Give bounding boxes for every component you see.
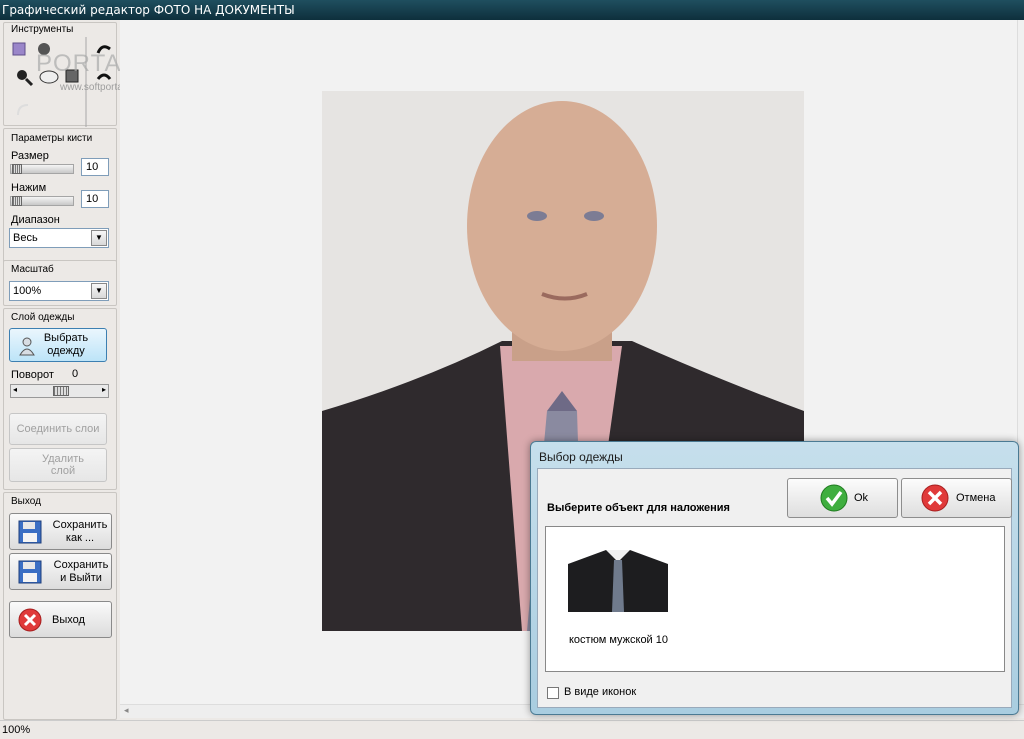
scroll-left-icon[interactable]: ◂ [124, 705, 129, 716]
chevron-down-icon[interactable]: ▼ [91, 230, 107, 246]
brush-title: Параметры кисти [11, 133, 93, 144]
rotate-scrollbar[interactable]: ◂ ▸ [10, 384, 109, 398]
save-exit-button[interactable]: Сохранить и Выйти [9, 553, 112, 590]
range-select[interactable]: Весь ▼ [9, 228, 109, 248]
exit-button[interactable]: Выход [9, 601, 112, 638]
dialog-body: Выберите объект для наложения Ok Отмена [537, 468, 1012, 708]
zoom-title: Масштаб [11, 264, 54, 275]
choose-clothes-button[interactable]: Выбрать одежду [9, 328, 107, 362]
exit-label: Выход [52, 614, 85, 626]
cancel-button[interactable]: Отмена [901, 478, 1012, 518]
size-label: Размер [11, 150, 49, 162]
zoom-icon[interactable] [17, 70, 34, 87]
merge-layers-button[interactable]: Соединить слои [9, 413, 107, 445]
brush-icon[interactable] [12, 42, 26, 56]
brush-group: Параметры кисти Размер 10 Нажим 10 Диапа… [3, 128, 117, 278]
save-as-label: Сохранить как ... [52, 519, 108, 544]
delete-layer-label: Удалить слой [42, 453, 84, 477]
dialog-prompt: Выберите объект для наложения [547, 502, 730, 514]
delete-layer-button[interactable]: Удалить слой [9, 448, 107, 482]
size-input[interactable]: 10 [81, 158, 109, 176]
rotate-thumb[interactable] [53, 386, 69, 396]
exit-group: Выход Сохранить как ... Сохранить и Выйт… [3, 492, 117, 720]
size-slider[interactable] [10, 164, 74, 174]
item-label: костюм мужской 10 [569, 634, 668, 646]
scroll-left-icon[interactable]: ◂ [13, 385, 17, 394]
choose-clothes-dialog: Выбор одежды Выберите объект для наложен… [530, 441, 1019, 715]
status-bar: 100% [0, 720, 1024, 738]
floppy-icon [18, 560, 42, 584]
dialog-title: Выбор одежды [539, 450, 623, 464]
rotate-value: 0 [72, 368, 79, 380]
pressure-input[interactable]: 10 [81, 190, 109, 208]
rotate-label: Поворот [11, 369, 54, 381]
close-circle-icon [921, 484, 949, 512]
pressure-label: Нажим [11, 182, 47, 194]
icons-view-checkbox[interactable] [547, 687, 559, 699]
close-circle-icon [18, 608, 42, 632]
zoom-group: Масштаб 100% ▼ [3, 260, 117, 306]
range-value: Весь [13, 232, 38, 244]
save-as-button[interactable]: Сохранить как ... [9, 513, 112, 550]
clothes-group: Слой одежды Выбрать одежду Поворот 0 ◂ ▸… [3, 308, 117, 490]
merge-layers-label: Соединить слои [16, 423, 100, 435]
clothes-title: Слой одежды [11, 312, 75, 323]
chevron-down-icon[interactable]: ▼ [91, 283, 107, 299]
save-exit-label: Сохранить и Выйти [53, 559, 109, 584]
tools-title: Инструменты [11, 24, 74, 35]
exit-title: Выход [11, 496, 41, 507]
zoom-value: 100% [13, 285, 42, 297]
clothes-list[interactable]: костюм мужской 10 [545, 526, 1005, 672]
range-label: Диапазон [11, 214, 60, 226]
ok-button[interactable]: Ok [787, 478, 898, 518]
icons-view-label: В виде иконок [564, 686, 637, 698]
left-panel: Инструменты Параметры кисти Размер 10 На… [0, 20, 147, 720]
ok-label: Ok [854, 492, 869, 504]
zoom-select[interactable]: 100% ▼ [9, 281, 109, 301]
suit-thumbnail [568, 550, 668, 612]
check-icon [820, 484, 848, 512]
cancel-label: Отмена [956, 492, 996, 504]
choose-clothes-label: Выбрать одежду [43, 332, 89, 357]
scroll-right-icon[interactable]: ▸ [102, 385, 106, 394]
window-title: Графический редактор ФОТО НА ДОКУМЕНТЫ [0, 0, 1024, 20]
person-icon [19, 337, 35, 356]
status-zoom: 100% [2, 724, 31, 736]
floppy-icon [18, 520, 42, 544]
lasso-icon[interactable] [17, 104, 29, 116]
pressure-slider[interactable] [10, 196, 74, 206]
